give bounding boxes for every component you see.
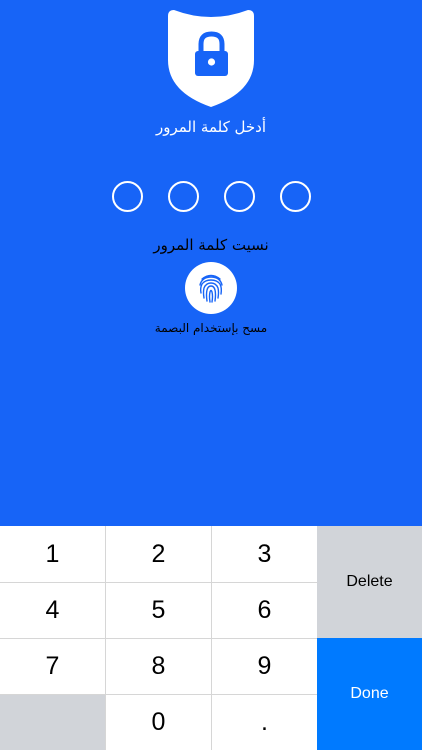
- keypad-divider: [0, 638, 317, 639]
- keypad-divider: [0, 582, 317, 583]
- fingerprint-label: مسح بإستخدام البصمة: [154, 321, 268, 335]
- key-2[interactable]: 2: [106, 526, 211, 582]
- pin-dot-2: [168, 181, 199, 212]
- key-1[interactable]: 1: [0, 526, 105, 582]
- key-7[interactable]: 7: [0, 638, 105, 694]
- key-0[interactable]: 0: [106, 694, 211, 750]
- lock-panel: أدخل كلمة المرور نسيت كلمة المرور مسح بإ…: [0, 0, 422, 526]
- delete-key[interactable]: Delete: [317, 526, 422, 638]
- pin-dot-4: [280, 181, 311, 212]
- enter-password-prompt: أدخل كلمة المرور: [155, 118, 266, 136]
- fingerprint-icon: [199, 274, 223, 303]
- done-key[interactable]: Done: [317, 638, 422, 750]
- passcode-screen: أدخل كلمة المرور نسيت كلمة المرور مسح بإ…: [0, 0, 422, 750]
- key-8[interactable]: 8: [106, 638, 211, 694]
- key-3[interactable]: 3: [212, 526, 317, 582]
- key-dot[interactable]: .: [212, 694, 317, 750]
- shield-lock-icon: [168, 10, 254, 107]
- key-blank: [0, 694, 105, 750]
- key-4[interactable]: 4: [0, 582, 105, 638]
- pin-dot-3: [224, 181, 255, 212]
- key-9[interactable]: 9: [212, 638, 317, 694]
- key-5[interactable]: 5: [106, 582, 211, 638]
- fingerprint-button[interactable]: [185, 262, 237, 314]
- key-6[interactable]: 6: [212, 582, 317, 638]
- forgot-password-link[interactable]: نسيت كلمة المرور: [0, 234, 422, 256]
- keypad-divider: [0, 694, 317, 695]
- pin-dot-1: [112, 181, 143, 212]
- pin-indicator: [0, 181, 422, 212]
- numeric-keypad: 1 2 3 4 5 6 7 8 9 0 . Delete Done: [0, 526, 422, 750]
